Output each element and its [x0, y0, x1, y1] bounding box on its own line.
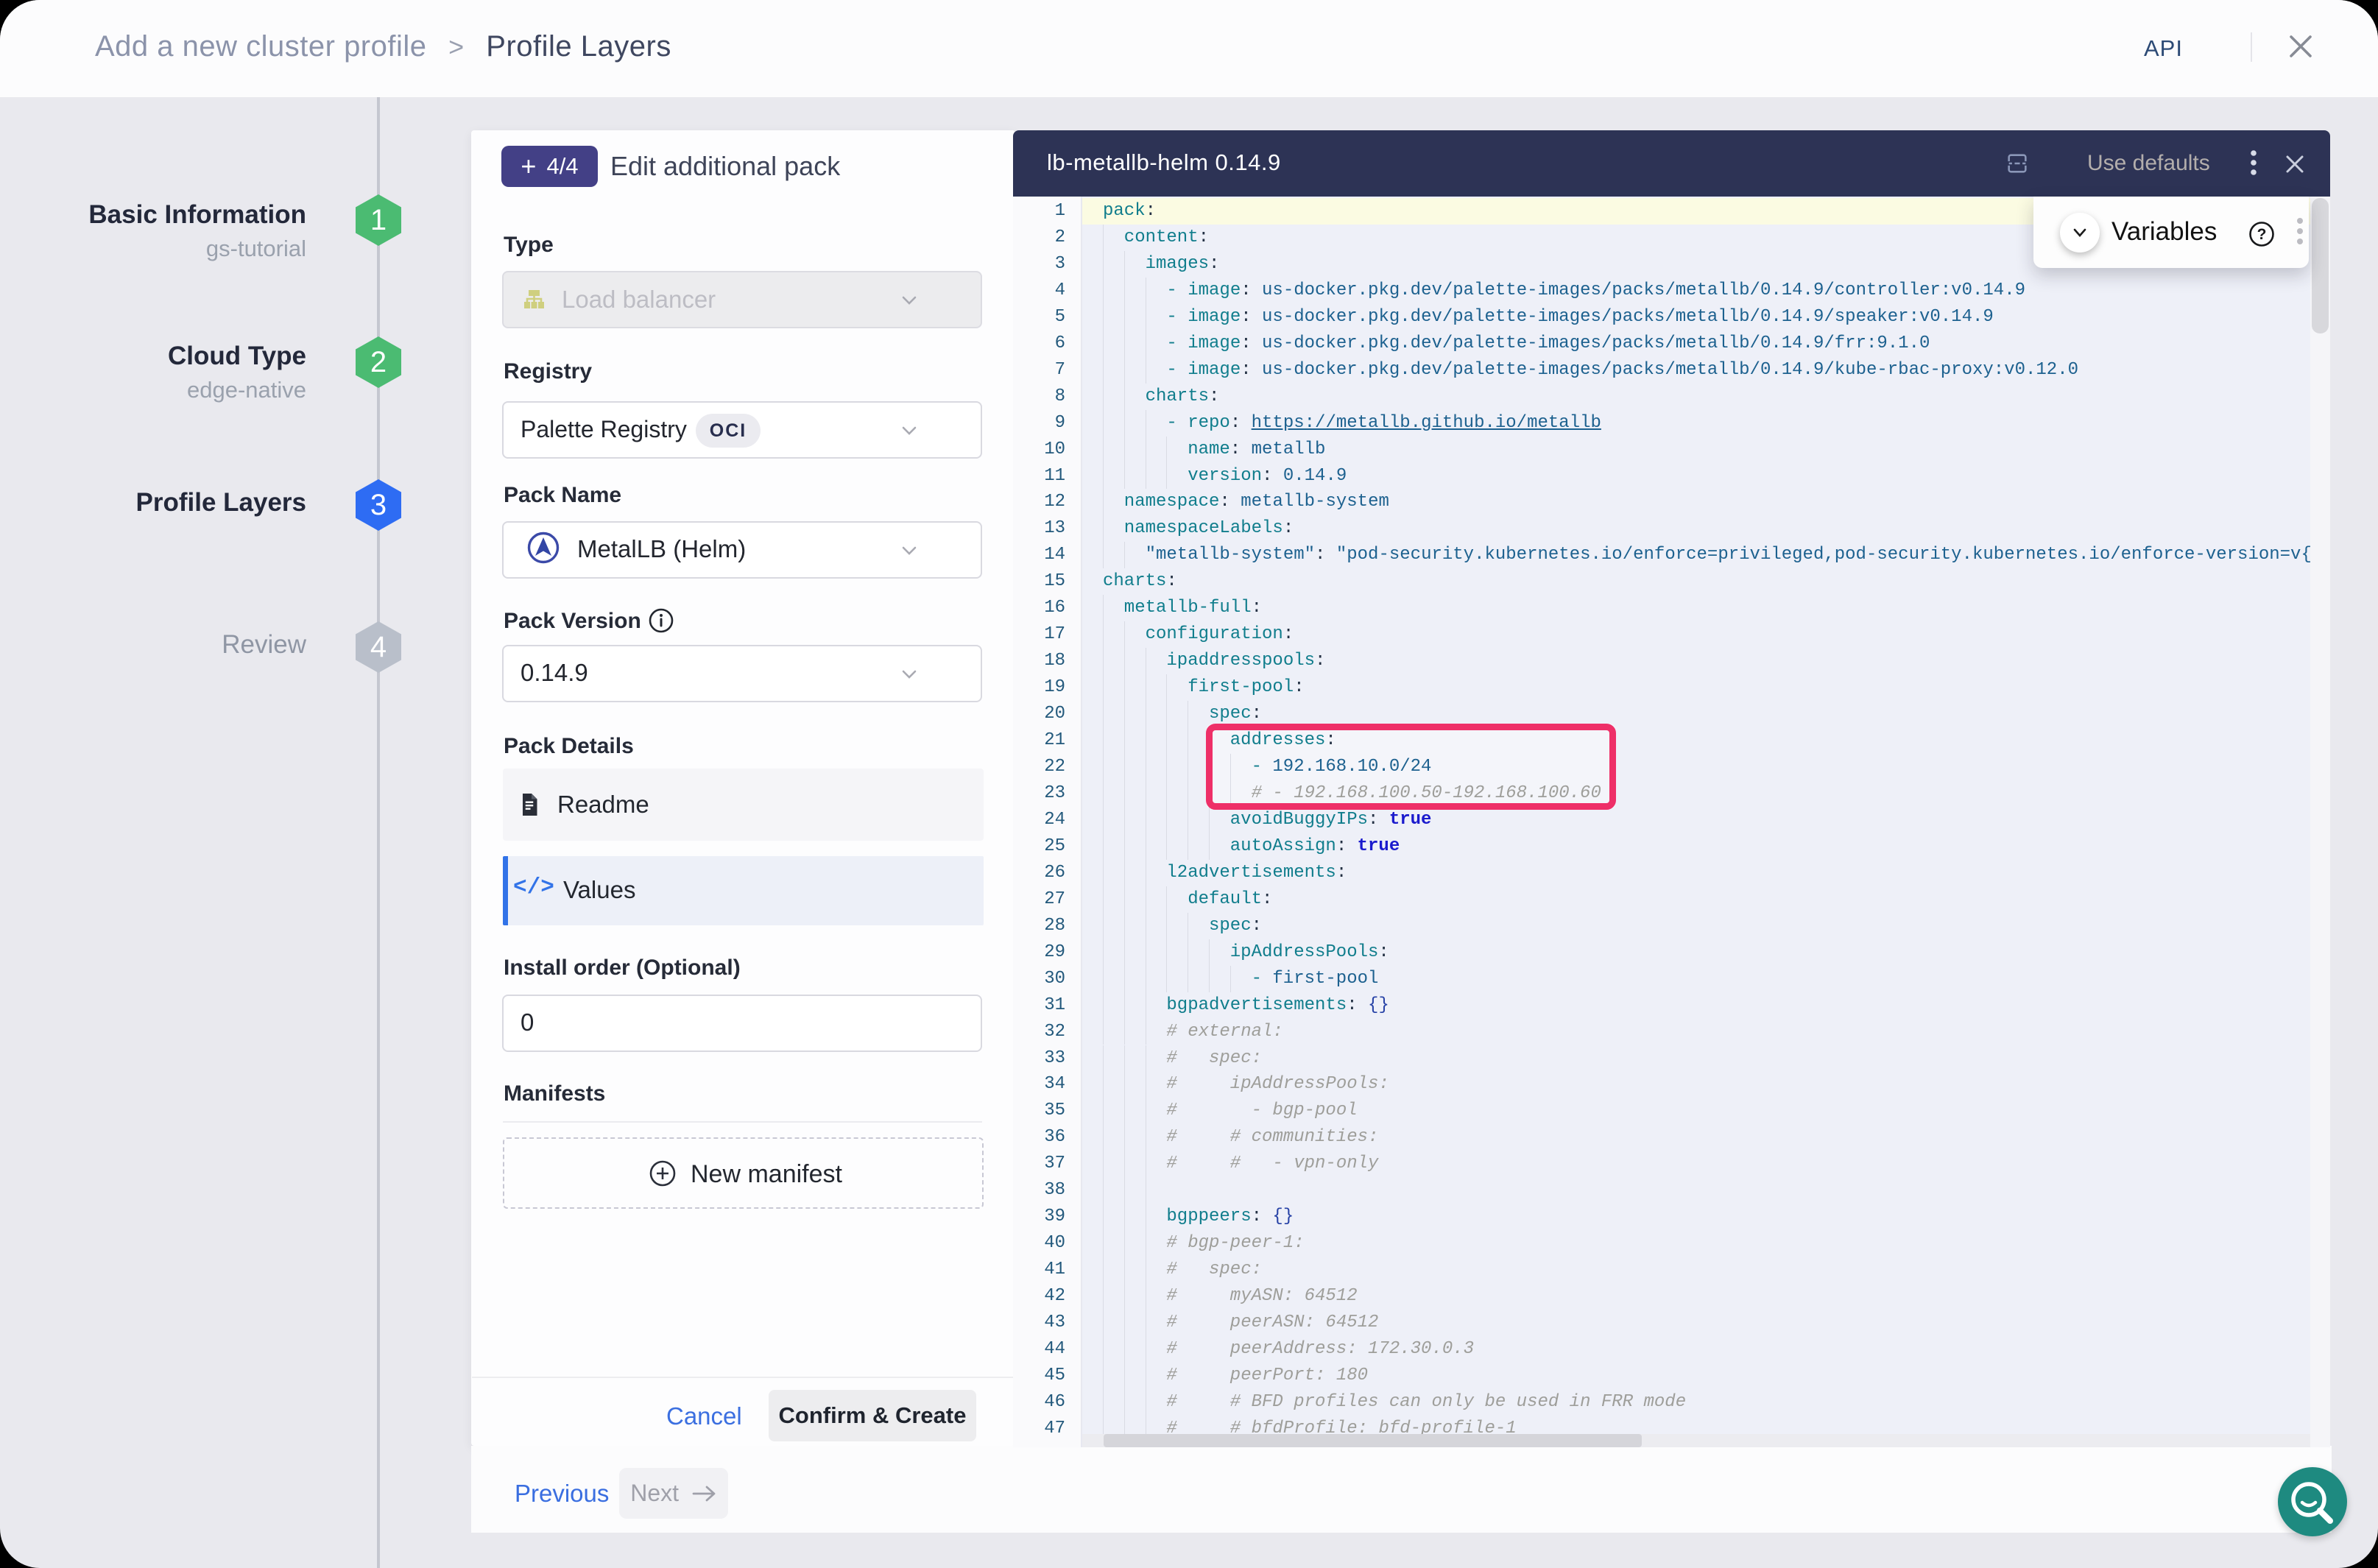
svg-text:?: ? [2257, 226, 2267, 243]
